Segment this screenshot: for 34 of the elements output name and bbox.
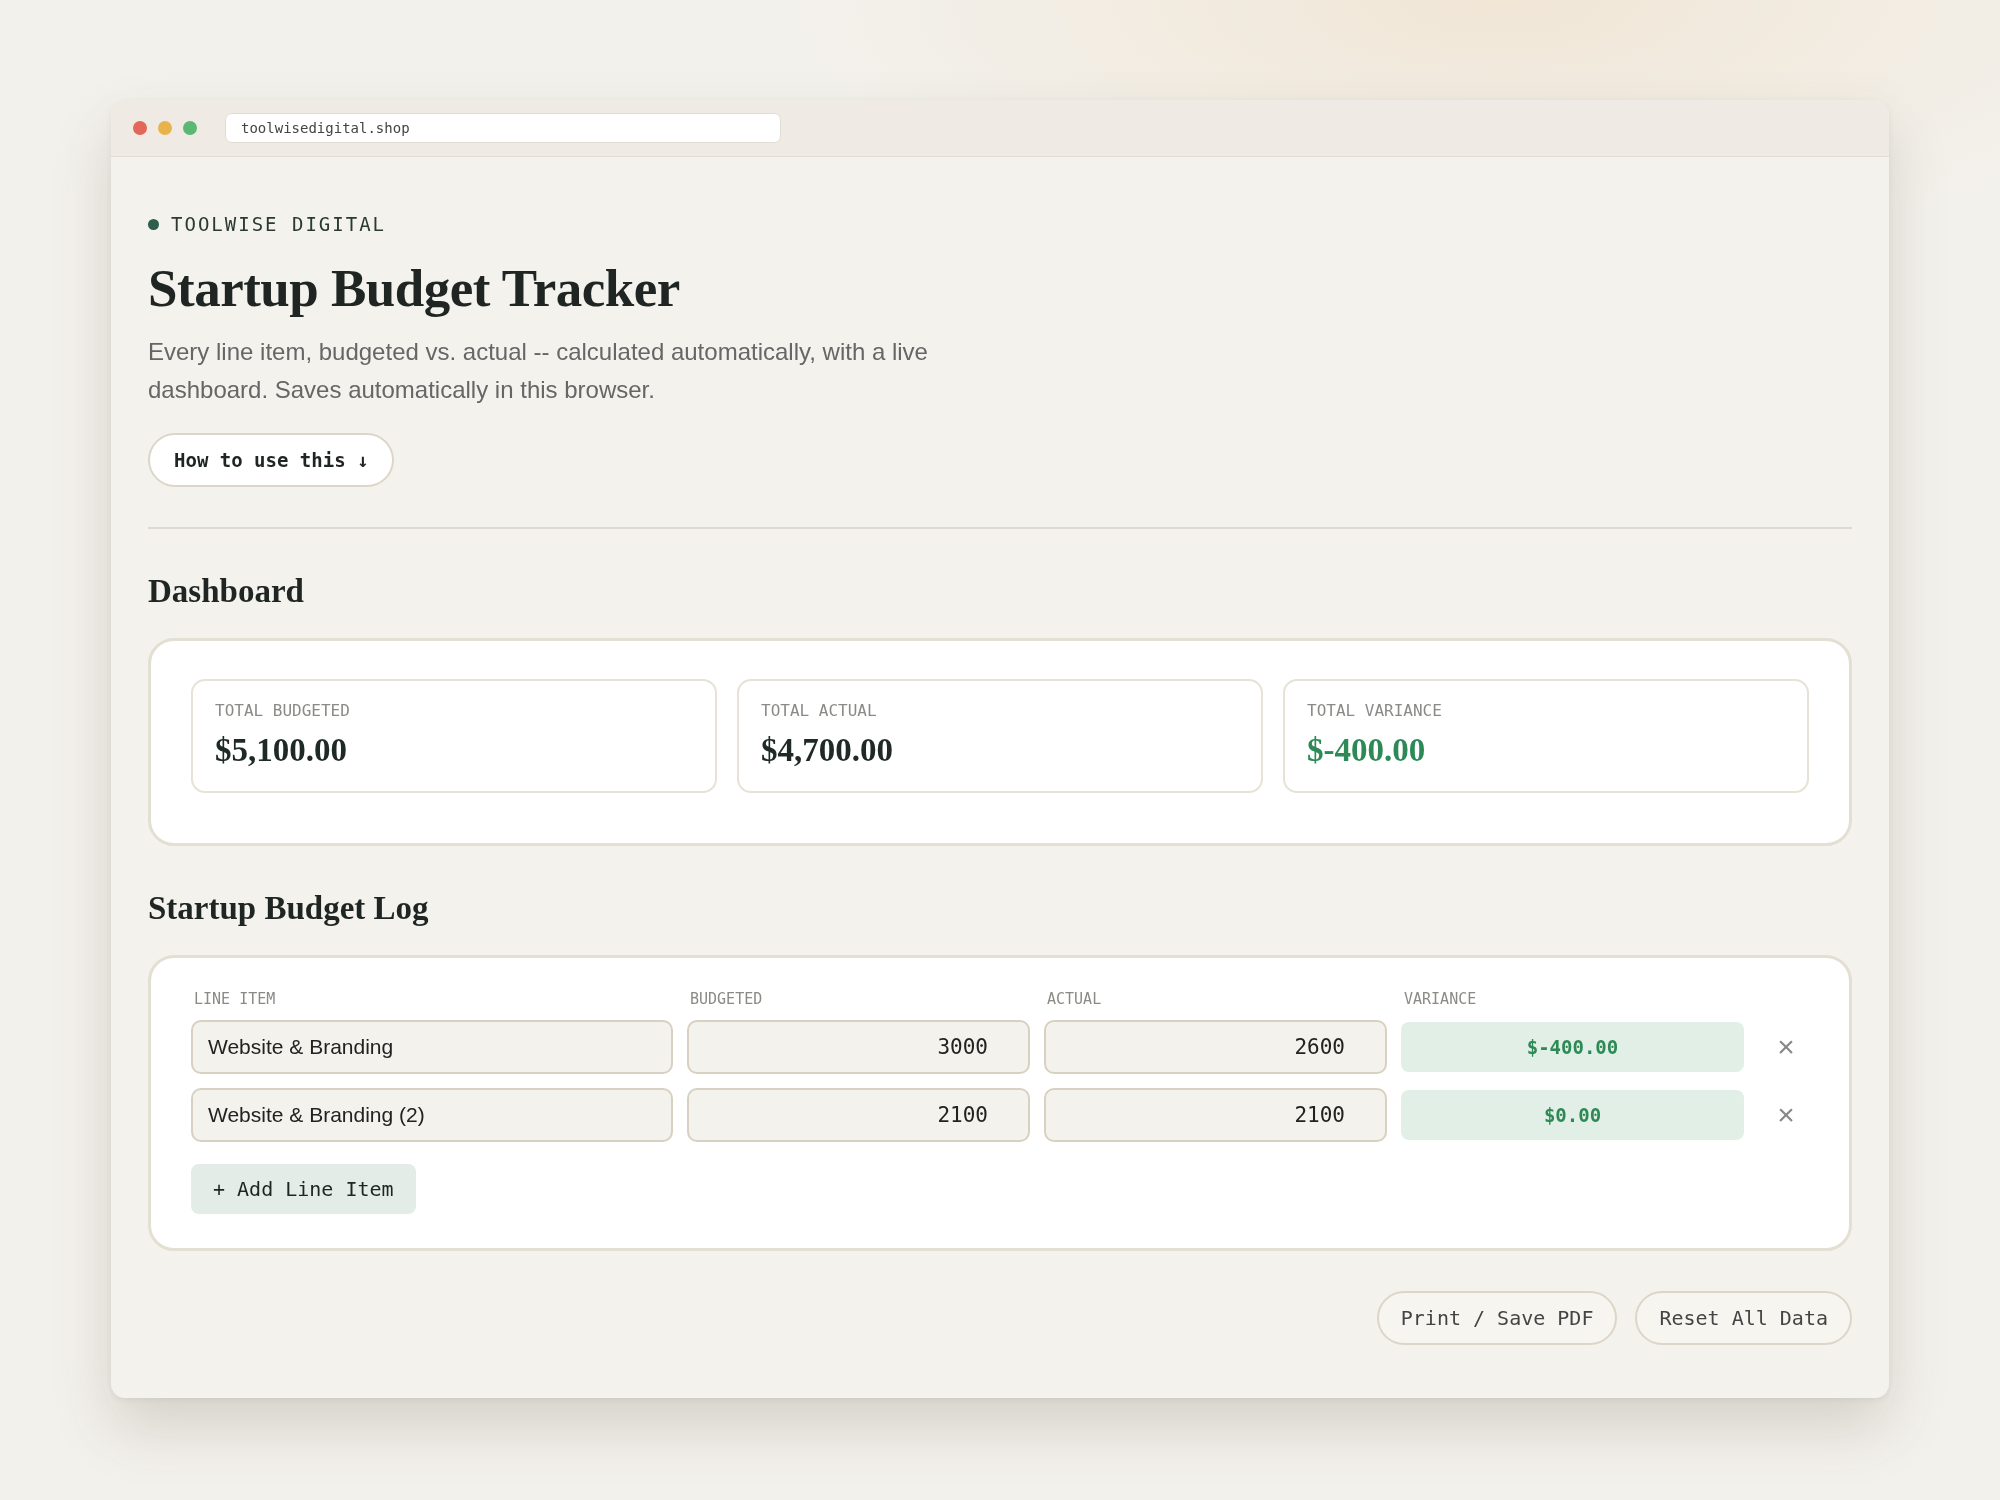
section-heading: Dashboard (148, 572, 305, 610)
page-description: Every line item, budgeted vs. actual -- calculated automatically, with a live dashboard. Saves automatically in this browser. (148, 336, 929, 405)
remove-button[interactable]: × (1777, 1031, 1795, 1062)
stat-label: TOTAL BUDGETED (215, 700, 351, 720)
section-heading: Startup Budget Log (148, 889, 430, 927)
line-item-field[interactable]: Website & Branding (191, 1019, 673, 1074)
stat-label: TOTAL ACTUAL (761, 700, 878, 720)
column-header: ACTUAL (1046, 989, 1103, 1008)
budgeted-field[interactable]: 3000 (687, 1019, 1030, 1074)
actual-field[interactable]: 2100 (1044, 1087, 1387, 1142)
close-dot[interactable] (133, 121, 147, 135)
stat-value: $4,700.00 (761, 731, 894, 769)
brand-name: TOOLWISE DIGITAL (171, 213, 387, 235)
minimize-dot[interactable] (158, 121, 172, 135)
actual-field[interactable]: 2600 (1044, 1019, 1387, 1074)
column-header: VARIANCE (1403, 989, 1478, 1008)
zoom-dot[interactable] (183, 121, 197, 135)
line-item-field[interactable]: Website & Branding (2) (191, 1087, 673, 1142)
brand-dot-icon (148, 218, 159, 230)
stat-value: $-400.00 (1307, 731, 1427, 769)
reset-button[interactable]: Reset All Data (1635, 1290, 1852, 1345)
add-line-item-button[interactable]: + Add Line Item (191, 1163, 416, 1214)
variance-value: $-400.00 (1401, 1021, 1744, 1072)
stat-value: $5,100.00 (215, 731, 348, 769)
budgeted-field[interactable]: 2100 (687, 1087, 1030, 1142)
variance-value: $0.00 (1401, 1089, 1744, 1140)
stat-label: TOTAL VARIANCE (1307, 700, 1443, 720)
page-title: Startup Budget Tracker (148, 258, 681, 319)
remove-button[interactable]: × (1777, 1099, 1795, 1130)
column-header: LINE ITEM (193, 989, 277, 1008)
column-header: BUDGETED (689, 989, 764, 1008)
print-button[interactable]: Print / Save PDF (1376, 1290, 1618, 1345)
how-to-use-button[interactable]: How to use this ↓ (148, 432, 395, 487)
address-bar[interactable]: toolwisedigital.shop (225, 113, 781, 143)
